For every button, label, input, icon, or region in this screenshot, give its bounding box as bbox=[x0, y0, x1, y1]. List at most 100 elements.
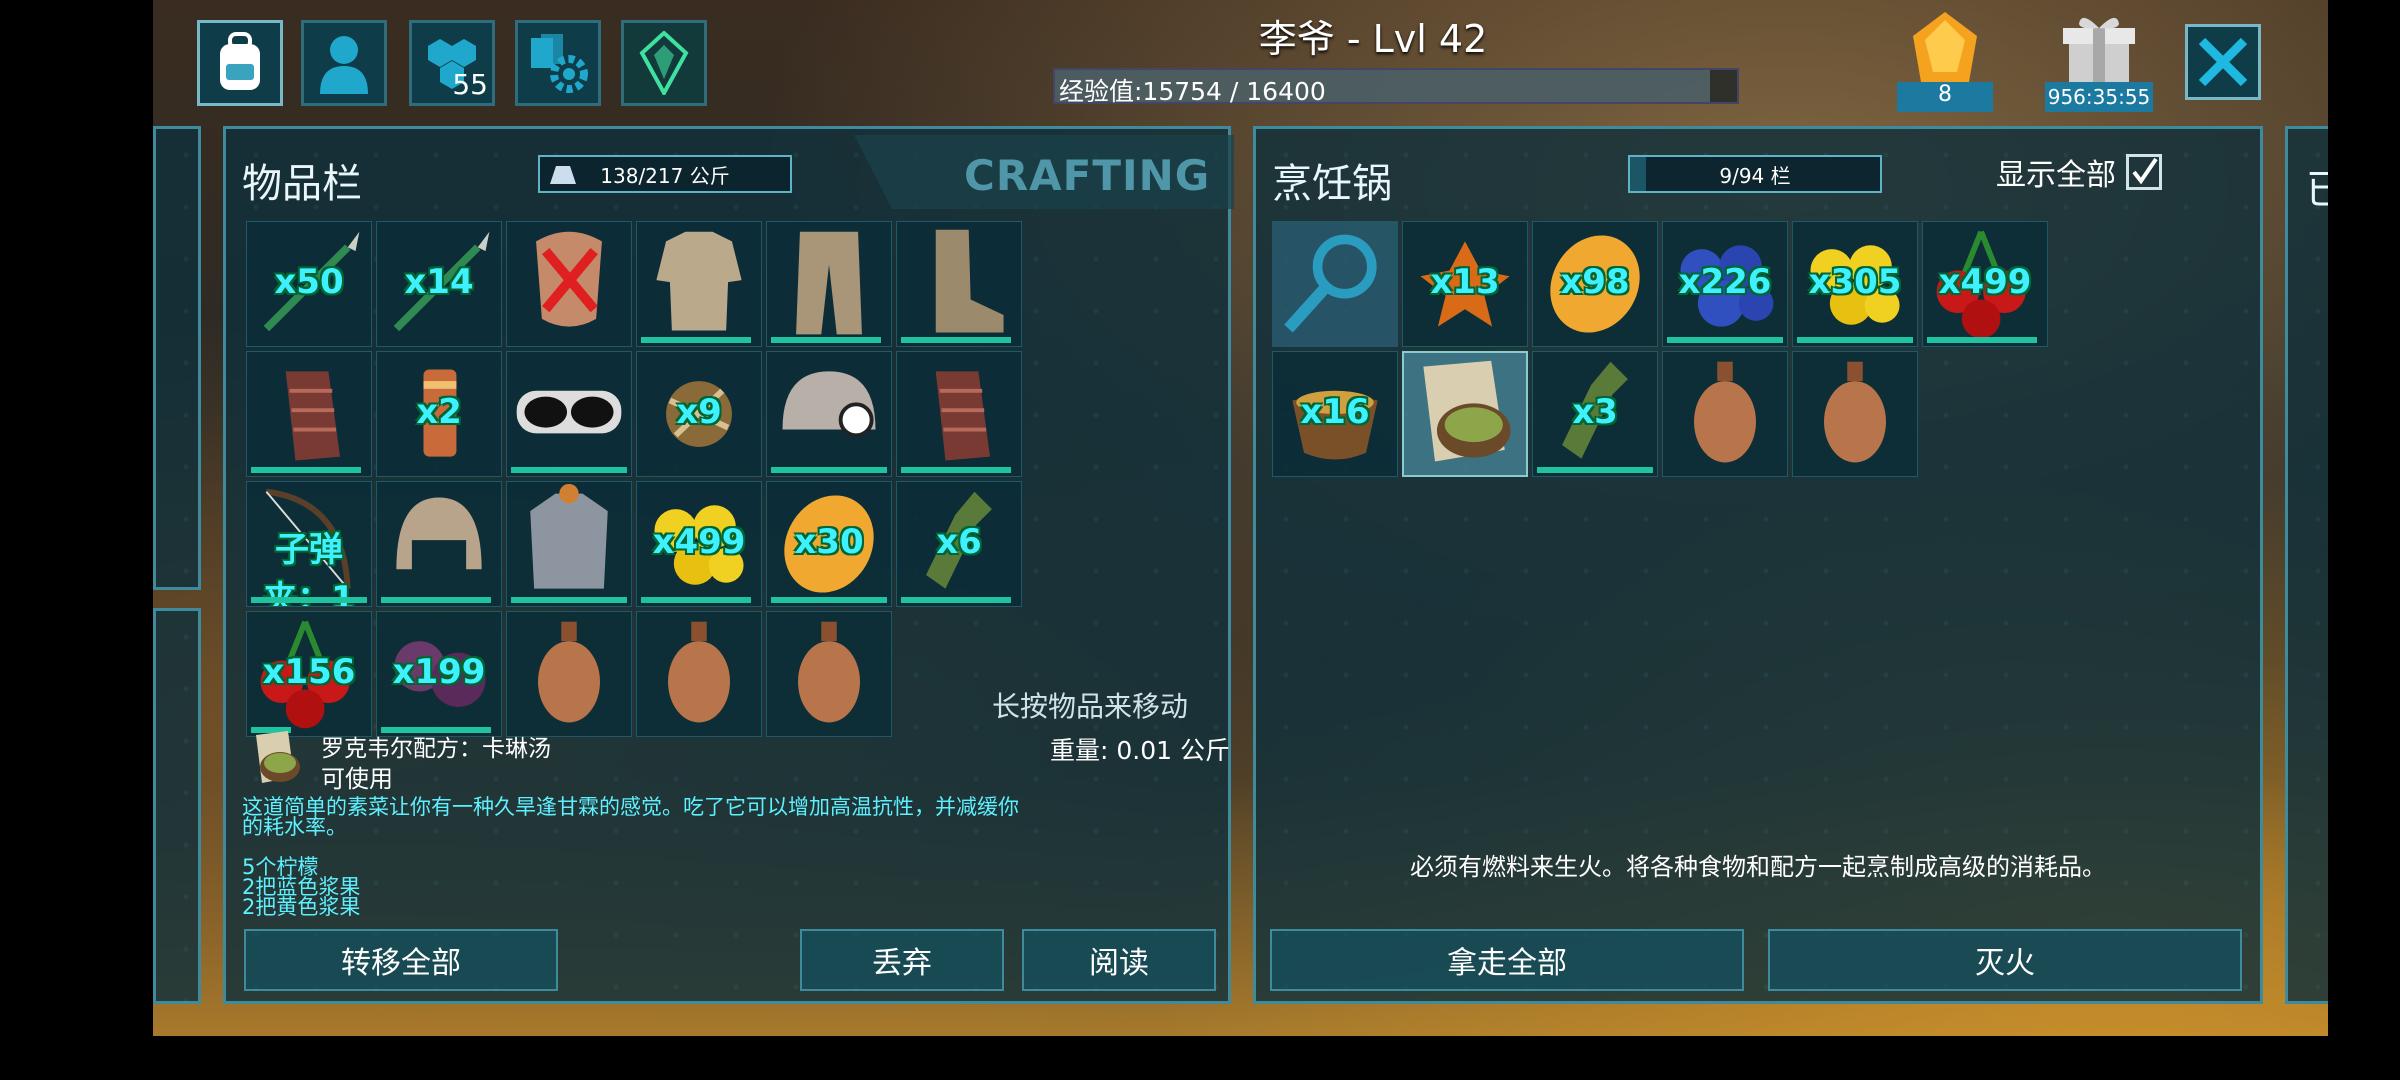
inventory-slot[interactable] bbox=[506, 351, 632, 477]
inventory-slot[interactable] bbox=[246, 351, 372, 477]
extinguish-button[interactable]: 灭火 bbox=[1768, 929, 2242, 991]
show-all-checkbox[interactable] bbox=[2126, 154, 2162, 190]
durability-bar bbox=[901, 337, 1011, 343]
inventory-slot[interactable] bbox=[1662, 351, 1788, 477]
right-edge-panel: 已 bbox=[2285, 126, 2328, 1004]
durability-bar bbox=[381, 597, 491, 603]
tab-tribe[interactable] bbox=[621, 20, 707, 106]
item-count: 子弹夹：1 bbox=[263, 530, 355, 607]
gloves-icon bbox=[285, 371, 340, 461]
ingredient-item: 5个柠檬 bbox=[242, 855, 319, 879]
character-icon bbox=[320, 36, 368, 94]
search-icon bbox=[1284, 234, 1377, 333]
inventory-slot[interactable] bbox=[506, 481, 632, 607]
cooking-pot-grid: x13 x98 x226 x305 x499 x16 x3 bbox=[1272, 221, 2052, 481]
gift-timer-text: 956:35:55 bbox=[2045, 82, 2153, 112]
inventory-slot[interactable]: x50 bbox=[246, 221, 372, 347]
inventory-slot[interactable]: x6 bbox=[896, 481, 1022, 607]
recipe-icon bbox=[1423, 360, 1511, 462]
tab-engrams[interactable]: 55 bbox=[409, 20, 495, 106]
inventory-slot[interactable]: 子弹夹：1 bbox=[246, 481, 372, 607]
durability-bar bbox=[771, 597, 887, 603]
recipe-icon bbox=[256, 731, 300, 783]
inventory-slot[interactable] bbox=[896, 351, 1022, 477]
close-icon bbox=[2198, 37, 2248, 87]
ingredient-list: 5个柠檬 2把蓝色浆果 2把黄色浆果 bbox=[242, 855, 361, 919]
inventory-slot[interactable]: x499 bbox=[636, 481, 762, 607]
inventory-panel: 物品栏 138/217 公斤 CRAFTING x50 x14 x2 x9 子弹夹：1 x… bbox=[223, 126, 1234, 1004]
item-count: x156 bbox=[262, 652, 356, 692]
element-crystal-icon bbox=[1913, 12, 1977, 82]
show-all-toggle[interactable]: 显示全部 bbox=[1996, 151, 2162, 193]
waterskin-icon bbox=[798, 621, 860, 723]
take-all-button[interactable]: 拿走全部 bbox=[1270, 929, 1744, 991]
inventory-slot[interactable] bbox=[1792, 351, 1918, 477]
item-count: x30 bbox=[794, 522, 864, 562]
durability-bar bbox=[771, 467, 887, 473]
left-edge-panel-lower bbox=[153, 608, 201, 1004]
inventory-slot[interactable] bbox=[766, 351, 892, 477]
inventory-slot[interactable]: x13 bbox=[1402, 221, 1528, 347]
right-edge-label: 已 bbox=[2306, 167, 2328, 213]
pot-slots-fill bbox=[1630, 157, 1646, 191]
item-count: x9 bbox=[676, 392, 722, 432]
weight-icon bbox=[550, 166, 576, 184]
durability-bar bbox=[251, 597, 367, 603]
item-count: x3 bbox=[1572, 392, 1618, 432]
selected-item-weight: 重量: 0.01 公斤 bbox=[1050, 736, 1230, 765]
player-name-level: 李爷 - Lvl 42 bbox=[1258, 17, 1488, 61]
tribe-crystal-icon bbox=[639, 31, 689, 95]
armor-icon bbox=[530, 483, 608, 589]
durability-bar bbox=[511, 467, 627, 473]
search-slot[interactable] bbox=[1272, 221, 1398, 347]
item-count: x16 bbox=[1300, 392, 1370, 432]
inventory-slot[interactable]: x156 bbox=[246, 611, 372, 737]
inventory-slot[interactable]: x30 bbox=[766, 481, 892, 607]
waterskin-icon bbox=[1824, 361, 1886, 463]
read-button[interactable]: 阅读 bbox=[1022, 929, 1216, 991]
inventory-slot[interactable]: x98 bbox=[1532, 221, 1658, 347]
tab-settings[interactable] bbox=[515, 20, 601, 106]
inventory-slot[interactable]: x305 bbox=[1792, 221, 1918, 347]
inventory-slot[interactable]: x2 bbox=[376, 351, 502, 477]
inventory-slot[interactable] bbox=[766, 221, 892, 347]
inventory-slot[interactable] bbox=[376, 481, 502, 607]
durability-bar bbox=[901, 467, 1011, 473]
item-count: x499 bbox=[652, 522, 746, 562]
settings-icon bbox=[531, 34, 588, 93]
boots-icon bbox=[935, 229, 1004, 333]
inventory-slot[interactable] bbox=[1402, 351, 1528, 477]
inventory-slot[interactable]: x16 bbox=[1272, 351, 1398, 477]
pot-slots-text: 9/94 栏 bbox=[1719, 163, 1791, 188]
durability-bar bbox=[641, 597, 751, 603]
crafting-tab[interactable]: CRAFTING bbox=[854, 135, 1234, 209]
inventory-slot[interactable]: x499 bbox=[1922, 221, 2048, 347]
ingredient-item: 2把黄色浆果 bbox=[242, 895, 361, 919]
durability-bar bbox=[251, 467, 361, 473]
tab-inventory[interactable] bbox=[197, 20, 283, 106]
gift-timer[interactable]: 956:35:55 bbox=[2045, 10, 2153, 112]
transfer-all-button[interactable]: 转移全部 bbox=[244, 929, 558, 991]
inventory-slot[interactable]: x199 bbox=[376, 611, 502, 737]
inventory-slot[interactable]: x3 bbox=[1532, 351, 1658, 477]
drop-button[interactable]: 丢弃 bbox=[800, 929, 1004, 991]
cooking-pot-title: 烹饪锅 bbox=[1272, 161, 1392, 207]
close-button[interactable] bbox=[2185, 24, 2261, 100]
inventory-slot[interactable] bbox=[896, 221, 1022, 347]
inventory-slot[interactable] bbox=[766, 611, 892, 737]
move-hint: 长按物品来移动 bbox=[992, 690, 1189, 723]
inventory-slot[interactable] bbox=[636, 611, 762, 737]
gloves-icon bbox=[935, 371, 990, 461]
durability-bar bbox=[901, 597, 1011, 603]
durability-bar bbox=[1927, 337, 2037, 343]
tab-character[interactable] bbox=[301, 20, 387, 106]
element-counter[interactable]: 8 bbox=[1897, 10, 1993, 112]
inventory-slot[interactable]: x14 bbox=[376, 221, 502, 347]
inventory-slot[interactable]: x226 bbox=[1662, 221, 1788, 347]
waterskin-icon bbox=[1694, 361, 1756, 463]
inventory-slot[interactable] bbox=[506, 611, 632, 737]
inventory-slot[interactable]: x9 bbox=[636, 351, 762, 477]
inventory-slot[interactable] bbox=[636, 221, 762, 347]
inventory-slot[interactable] bbox=[506, 221, 632, 347]
game-scene: 55 李爷 - Lvl 42 经验值:15754 / 16400 8 956:3… bbox=[153, 0, 2328, 1036]
